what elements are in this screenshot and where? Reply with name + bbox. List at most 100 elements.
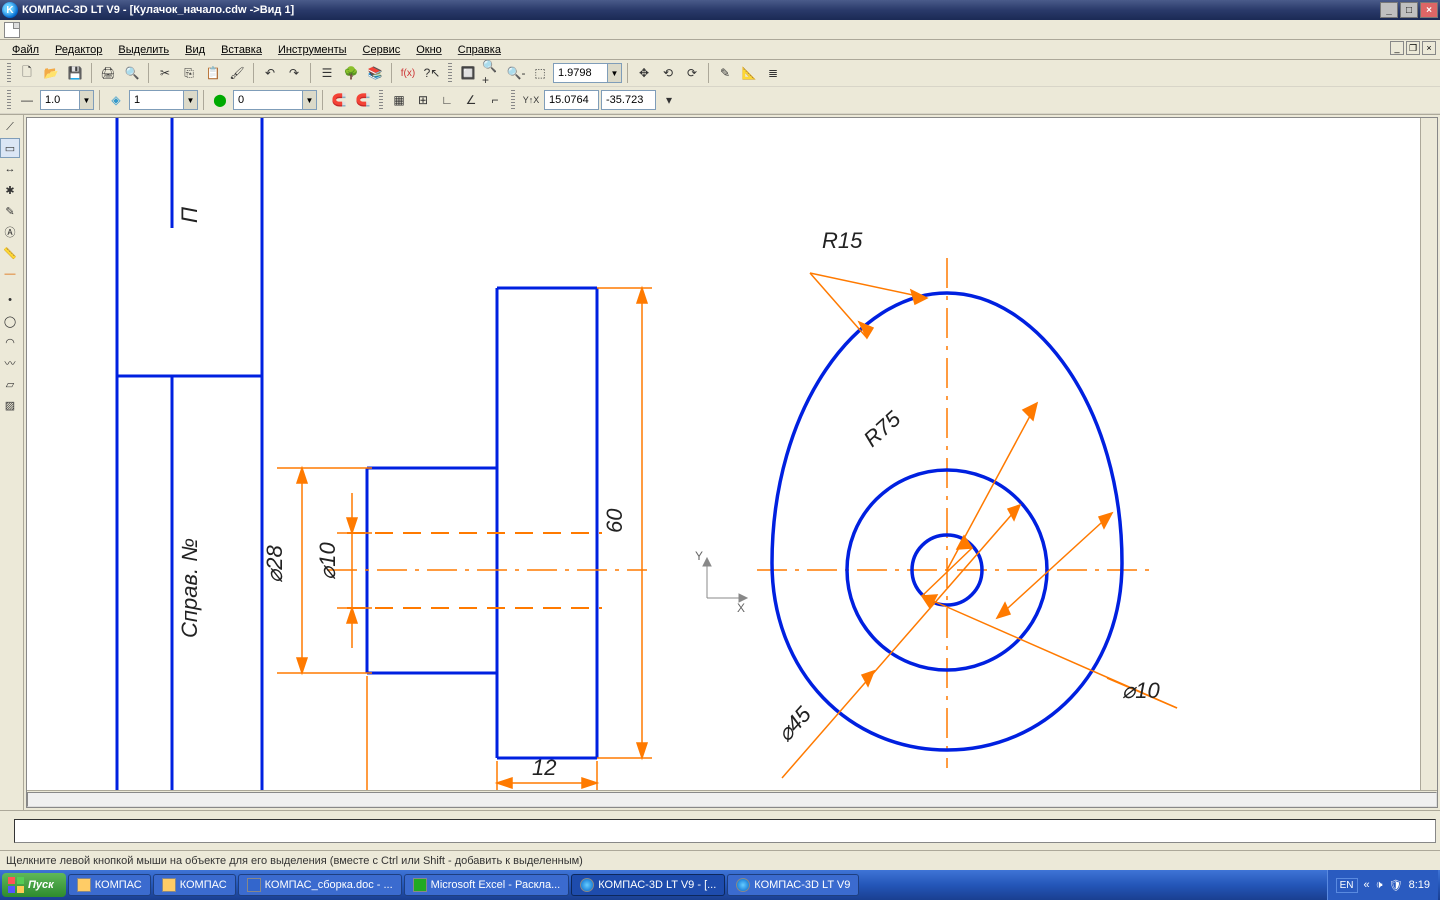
line-tool[interactable]: —	[0, 264, 20, 284]
local-cs-button[interactable]: ⌐	[484, 89, 506, 111]
menu-view[interactable]: Вид	[177, 42, 213, 58]
measure-tool[interactable]: 📏	[0, 243, 20, 263]
task-item-word[interactable]: КОМПАС_сборка.doc - ...	[238, 874, 402, 896]
horizontal-scrollbar[interactable]	[27, 790, 1437, 807]
toolbar-grip[interactable]	[7, 90, 11, 110]
dropdown-icon[interactable]: ▼	[303, 90, 317, 110]
mdi-close-button[interactable]: ×	[1422, 41, 1436, 55]
task-item-folder2[interactable]: КОМПАС	[153, 874, 236, 896]
task-item-kompas-active[interactable]: КОМПАС-3D LT V9 - [...	[571, 874, 725, 896]
ortho-button[interactable]: ∟	[436, 89, 458, 111]
zoom-all-button[interactable]: 🔲	[457, 62, 479, 84]
help-cursor-button[interactable]: ?↖	[421, 62, 443, 84]
menu-window[interactable]: Окно	[408, 42, 450, 58]
dropdown-icon[interactable]: ▼	[608, 63, 622, 83]
angle-snap-button[interactable]: ∠	[460, 89, 482, 111]
style-input[interactable]	[233, 90, 303, 110]
coord-list-button[interactable]: ▾	[658, 89, 680, 111]
zoom-out-button[interactable]: 🔍-	[505, 62, 527, 84]
tray-shield-icon[interactable]: 🛡	[1389, 879, 1403, 892]
hatch-tool[interactable]: ▨	[0, 395, 20, 415]
redo-button[interactable]: ↷	[283, 62, 305, 84]
drawing-canvas[interactable]: ⌀28 ⌀10 60 28 12 Справ. № П Y X	[27, 118, 1437, 790]
toolbar-grip[interactable]	[379, 90, 383, 110]
geometry-tool[interactable]: ⟋	[0, 117, 20, 137]
edit-tool[interactable]: ✎	[0, 201, 20, 221]
zoom-window-button[interactable]: ⬚	[529, 62, 551, 84]
tray-sound-icon[interactable]: 🕩	[1376, 879, 1383, 892]
dimension-tool[interactable]: ↔	[0, 159, 20, 179]
line-width-input[interactable]	[40, 90, 80, 110]
toolbar-grip[interactable]	[448, 63, 452, 83]
select-tool[interactable]: ▭	[0, 138, 20, 158]
clock[interactable]: 8:19	[1409, 879, 1430, 891]
redraw-button[interactable]: ⟳	[681, 62, 703, 84]
menu-file[interactable]: Файл	[4, 42, 47, 58]
dropdown-icon[interactable]: ▼	[80, 90, 94, 110]
layer-icon[interactable]: ◈	[105, 89, 127, 111]
zoom-value-select[interactable]: ▼	[553, 63, 622, 83]
tray-chevron-icon[interactable]: «	[1364, 879, 1370, 891]
properties-button[interactable]: ☰	[316, 62, 338, 84]
edit-button[interactable]: ✎	[714, 62, 736, 84]
mdi-restore-button[interactable]: ❐	[1406, 41, 1420, 55]
document-icon[interactable]	[4, 22, 20, 38]
param-tool[interactable]: Ⓐ	[0, 222, 20, 242]
copy-button[interactable]: ⎘	[178, 62, 200, 84]
close-button[interactable]: ×	[1420, 2, 1438, 18]
magnet-off-button[interactable]: 🧲	[352, 89, 374, 111]
style-icon[interactable]: ⬤	[209, 89, 231, 111]
pan-button[interactable]: ✥	[633, 62, 655, 84]
undo-button[interactable]: ↶	[259, 62, 281, 84]
print-button[interactable]: 🖨	[97, 62, 119, 84]
minimize-button[interactable]: _	[1380, 2, 1398, 18]
restore-button[interactable]: □	[1400, 2, 1418, 18]
magnet-on-button[interactable]: 🧲	[328, 89, 350, 111]
line-width-select[interactable]: ▼	[40, 90, 94, 110]
coord-x-input[interactable]	[544, 90, 599, 110]
save-button[interactable]: 💾	[64, 62, 86, 84]
style-select[interactable]: ▼	[233, 90, 317, 110]
language-indicator[interactable]: EN	[1336, 878, 1358, 893]
coord-y-input[interactable]	[601, 90, 656, 110]
rect-tool[interactable]: ▱	[0, 374, 20, 394]
toolbar-grip[interactable]	[511, 90, 515, 110]
menu-editor[interactable]: Редактор	[47, 42, 110, 58]
symbols-tool[interactable]: ✱	[0, 180, 20, 200]
task-item-excel[interactable]: Microsoft Excel - Раскла...	[404, 874, 570, 896]
arc-tool[interactable]: ◠	[0, 332, 20, 352]
cut-button[interactable]: ✂	[154, 62, 176, 84]
menu-help[interactable]: Справка	[450, 42, 509, 58]
menu-tools[interactable]: Инструменты	[270, 42, 355, 58]
menu-service[interactable]: Сервис	[355, 42, 409, 58]
library-button[interactable]: 📚	[364, 62, 386, 84]
paste-button[interactable]: 📋	[202, 62, 224, 84]
layer-input[interactable]	[129, 90, 184, 110]
task-item-kompas2[interactable]: КОМПАС-3D LT V9	[727, 874, 859, 896]
menu-select[interactable]: Выделить	[110, 42, 177, 58]
line-style-button[interactable]: —	[16, 89, 38, 111]
preview-button[interactable]: 🔍	[121, 62, 143, 84]
vertical-scrollbar[interactable]	[1420, 118, 1437, 790]
zoom-in-button[interactable]: 🔍+	[481, 62, 503, 84]
rotate-view-button[interactable]: ⟲	[657, 62, 679, 84]
menu-insert[interactable]: Вставка	[213, 42, 270, 58]
property-input[interactable]	[14, 819, 1436, 843]
grid-button[interactable]: ▦	[388, 89, 410, 111]
zoom-value-input[interactable]	[553, 63, 608, 83]
variables-button[interactable]: f(x)	[397, 62, 419, 84]
format-painter-button[interactable]: 🖌	[226, 62, 248, 84]
start-button[interactable]: Пуск	[2, 873, 66, 897]
dropdown-icon[interactable]: ▼	[184, 90, 198, 110]
task-item-folder1[interactable]: КОМПАС	[68, 874, 151, 896]
point-tool[interactable]: •	[0, 290, 20, 310]
measure-button[interactable]: 📐	[738, 62, 760, 84]
new-button[interactable]: 🗋	[16, 62, 38, 84]
circle-tool[interactable]: ◯	[0, 311, 20, 331]
tree-button[interactable]: 🌳	[340, 62, 362, 84]
open-button[interactable]: 📂	[40, 62, 62, 84]
snap-button[interactable]: ⊞	[412, 89, 434, 111]
toolbar-grip[interactable]	[7, 63, 11, 83]
mdi-minimize-button[interactable]: _	[1390, 41, 1404, 55]
spline-tool[interactable]: 〰	[0, 353, 20, 373]
